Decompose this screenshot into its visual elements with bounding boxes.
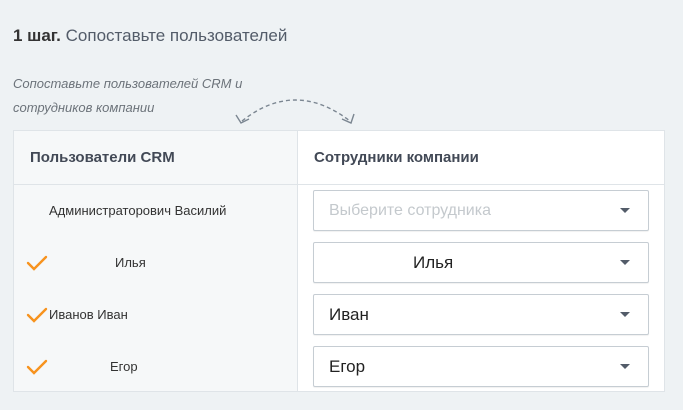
crm-user-row: Егор	[14, 341, 298, 393]
swap-arrow-icon	[235, 99, 355, 124]
mapping-panel: Пользователи CRM Администраторович Васил…	[13, 130, 665, 392]
employee-select-value: Илья	[413, 253, 454, 272]
chevron-down-icon	[620, 260, 630, 265]
check-icon	[26, 255, 48, 271]
chevron-down-icon	[620, 364, 630, 369]
check-icon	[26, 359, 48, 375]
employee-select-placeholder: Выберите сотрудника	[329, 202, 491, 219]
crm-users-column: Пользователи CRM Администраторович Васил…	[14, 131, 298, 391]
crm-users-header: Пользователи CRM	[14, 131, 297, 185]
employees-header: Сотрудники компании	[298, 131, 664, 185]
step-title: 1 шаг. Сопоставьте пользователей	[13, 26, 287, 46]
crm-user-name: Администраторович Василий	[49, 203, 227, 218]
crm-user-row: Илья	[14, 237, 298, 289]
employee-select[interactable]: Выберите сотрудника	[313, 190, 649, 231]
chevron-down-icon	[620, 208, 630, 213]
employee-select[interactable]: Егор	[313, 346, 649, 387]
crm-user-name: Илья	[115, 255, 146, 270]
check-icon	[26, 307, 48, 323]
crm-user-name: Егор	[110, 359, 138, 374]
crm-user-row: Иванов Иван	[14, 289, 298, 341]
employees-column: Сотрудники компании Выберите сотрудника …	[298, 131, 664, 391]
step-title-text: Сопоставьте пользователей	[65, 26, 288, 45]
chevron-down-icon	[620, 312, 630, 317]
crm-user-row: Администраторович Василий	[14, 185, 298, 237]
employee-select[interactable]: Илья	[313, 242, 649, 283]
employee-select-value: Иван	[329, 305, 369, 324]
employee-select-value: Егор	[329, 357, 366, 376]
step-number: 1 шаг.	[13, 26, 61, 45]
employee-select[interactable]: Иван	[313, 294, 649, 335]
crm-user-name: Иванов Иван	[49, 307, 128, 322]
